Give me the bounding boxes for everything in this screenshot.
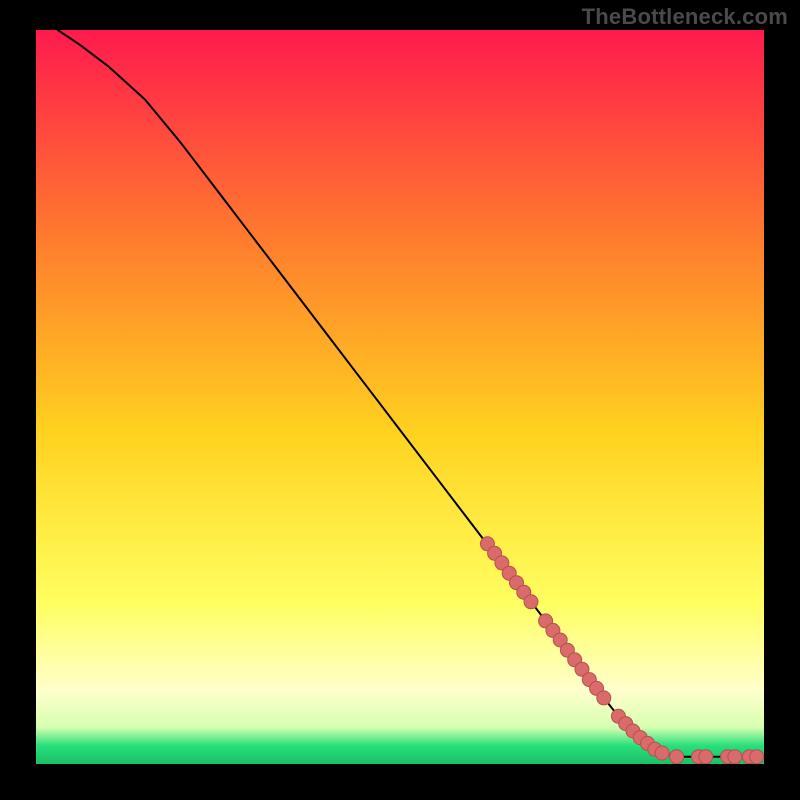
gradient-backdrop [36,30,764,764]
data-marker [655,746,669,760]
watermark-text: TheBottleneck.com [582,4,788,30]
data-marker [597,691,611,705]
chart-svg [36,30,764,764]
data-marker [728,750,742,764]
data-marker [750,750,764,764]
chart-stage: TheBottleneck.com [0,0,800,800]
plot-area [36,30,764,764]
data-marker [670,750,684,764]
data-marker [699,750,713,764]
data-marker [524,595,538,609]
